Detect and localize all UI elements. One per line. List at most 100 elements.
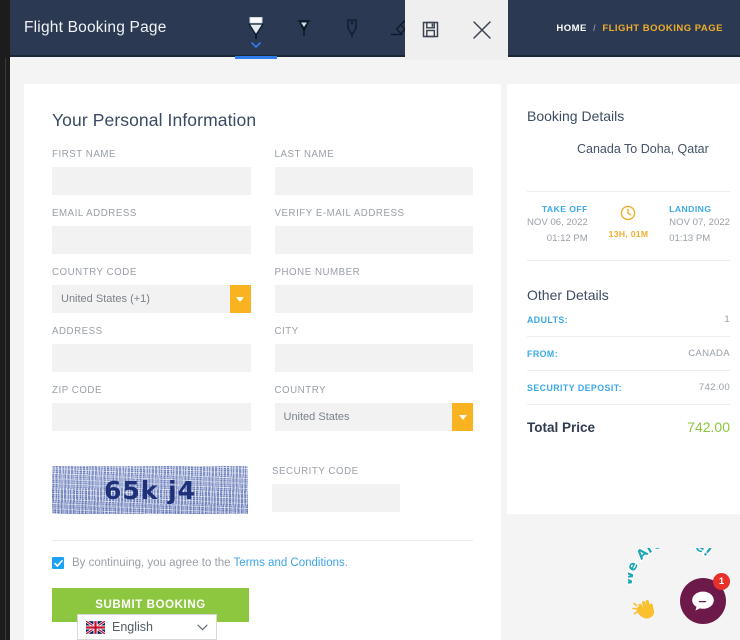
from-label: FROM: [527, 349, 558, 359]
save-button[interactable] [411, 10, 451, 50]
landing-label: LANDING [669, 204, 730, 214]
marker-tool-button[interactable] [280, 0, 328, 57]
breadcrumb-home-link[interactable]: HOME [556, 23, 587, 34]
captcha-text: 65k j4 [104, 476, 196, 505]
form-row: COUNTRY CODE United States (+1) PHONE NU… [52, 267, 473, 313]
active-tool-indicator [235, 56, 277, 59]
form-row: ZIP CODE COUNTRY United States [52, 385, 473, 431]
left-edge-rail [0, 0, 10, 640]
captcha-image[interactable]: 65k j4 [52, 466, 248, 514]
other-details-heading: Other Details [527, 287, 740, 303]
verify-email-input[interactable] [275, 226, 474, 254]
left-rail-divider [5, 58, 6, 640]
route-text: Canada To Doha, Qatar [577, 142, 730, 157]
country-code-select[interactable]: United States (+1) [52, 285, 251, 313]
close-icon [471, 19, 493, 41]
takeoff-block: TAKE OFF NOV 06, 2022 01:12 PM [527, 204, 588, 246]
highlighter-icon [245, 15, 267, 43]
annotation-action-panel [405, 0, 508, 60]
language-name: English [112, 620, 190, 634]
table-row: ADULTS: 1 [527, 303, 730, 337]
verify-email-label: VERIFY E-MAIL ADDRESS [275, 208, 474, 219]
uk-flag-icon [86, 621, 105, 634]
email-address-field: EMAIL ADDRESS [52, 208, 251, 254]
takeoff-label: TAKE OFF [527, 204, 588, 214]
annotation-toolbar: Flight Booking Page [0, 0, 740, 57]
total-price-row: Total Price 742.00 [527, 405, 730, 435]
country-field: COUNTRY United States [275, 385, 474, 431]
zip-code-label: ZIP CODE [52, 385, 251, 396]
flight-divider-top [527, 191, 730, 192]
country-code-label: COUNTRY CODE [52, 267, 251, 278]
chat-unread-badge: 1 [713, 573, 730, 590]
booking-details-heading: Booking Details [527, 108, 740, 124]
security-deposit-value: 742.00 [699, 382, 730, 393]
email-address-input[interactable] [52, 226, 251, 254]
phone-number-label: PHONE NUMBER [275, 267, 474, 278]
highlighter-tool-button[interactable] [232, 0, 280, 57]
last-name-field: LAST NAME [275, 149, 474, 195]
form-row: FIRST NAME LAST NAME [52, 149, 473, 195]
close-button[interactable] [462, 10, 502, 50]
waving-hand-icon [632, 598, 658, 622]
chevron-down-icon [251, 42, 261, 48]
address-input[interactable] [52, 344, 251, 372]
adults-label: ADULTS: [527, 315, 568, 325]
phone-number-field: PHONE NUMBER [275, 267, 474, 313]
personal-information-card: Your Personal Information FIRST NAME LAS… [24, 84, 501, 640]
terms-checkbox[interactable] [52, 557, 64, 569]
country-label: COUNTRY [275, 385, 474, 396]
flight-times-row: TAKE OFF NOV 06, 2022 01:12 PM 13H, 01M … [527, 204, 730, 246]
flight-duration: 13H, 01M [609, 229, 649, 239]
chevron-down-icon [197, 624, 208, 631]
breadcrumb-current: FLIGHT BOOKING PAGE [602, 23, 723, 34]
clock-icon [620, 205, 636, 221]
city-field: CITY [275, 326, 474, 372]
booking-details-card: Booking Details Canada To Doha, Qatar TA… [507, 84, 740, 514]
marker-icon [294, 16, 314, 42]
chat-widget: We Are Here! 1 [630, 544, 738, 636]
chat-bubble-icon [691, 590, 715, 612]
security-code-input[interactable] [272, 484, 400, 512]
first-name-label: FIRST NAME [52, 149, 251, 160]
captcha-section: 65k j4 SECURITY CODE [24, 444, 501, 514]
country-select[interactable]: United States [275, 403, 474, 431]
window-title: Flight Booking Page [24, 19, 167, 37]
table-row: SECURITY DEPOSIT: 742.00 [527, 371, 730, 405]
address-field: ADDRESS [52, 326, 251, 372]
country-code-value: United States (+1) [52, 293, 150, 305]
terms-row: By continuing, you agree to the Terms an… [24, 541, 501, 569]
form-row: ADDRESS CITY [52, 326, 473, 372]
page-title: Your Personal Information [52, 110, 501, 131]
check-icon [54, 559, 63, 568]
flight-booking-screenshot: Flight Booking Page [0, 0, 740, 640]
from-value: CANADA [688, 348, 730, 359]
form-fields: FIRST NAME LAST NAME EMAIL ADDRESS VERIF [24, 131, 501, 431]
zip-code-field: ZIP CODE [52, 385, 251, 431]
first-name-input[interactable] [52, 167, 251, 195]
security-code-field: SECURITY CODE [272, 466, 400, 512]
pen-tool-button[interactable] [328, 0, 376, 57]
first-name-field: FIRST NAME [52, 149, 251, 195]
total-price-label: Total Price [527, 420, 595, 435]
tool-group [232, 0, 424, 57]
security-code-label: SECURITY CODE [272, 466, 400, 477]
terms-suffix: . [345, 557, 348, 569]
chevron-down-icon [452, 403, 473, 431]
landing-time: 01:13 PM [669, 232, 730, 246]
language-selector[interactable]: English [77, 614, 217, 640]
last-name-input[interactable] [275, 167, 474, 195]
total-price-value: 742.00 [687, 419, 730, 435]
form-row: EMAIL ADDRESS VERIFY E-MAIL ADDRESS [52, 208, 473, 254]
zip-code-input[interactable] [52, 403, 251, 431]
terms-and-conditions-link[interactable]: Terms and Conditions [234, 557, 345, 569]
pen-icon [343, 16, 361, 42]
email-address-label: EMAIL ADDRESS [52, 208, 251, 219]
city-input[interactable] [275, 344, 474, 372]
table-row: FROM: CANADA [527, 337, 730, 371]
chevron-down-icon [230, 285, 251, 313]
phone-number-input[interactable] [275, 285, 474, 313]
duration-block: 13H, 01M [609, 204, 649, 239]
terms-text: By continuing, you agree to the Terms an… [72, 557, 348, 569]
adults-value: 1 [724, 314, 730, 325]
